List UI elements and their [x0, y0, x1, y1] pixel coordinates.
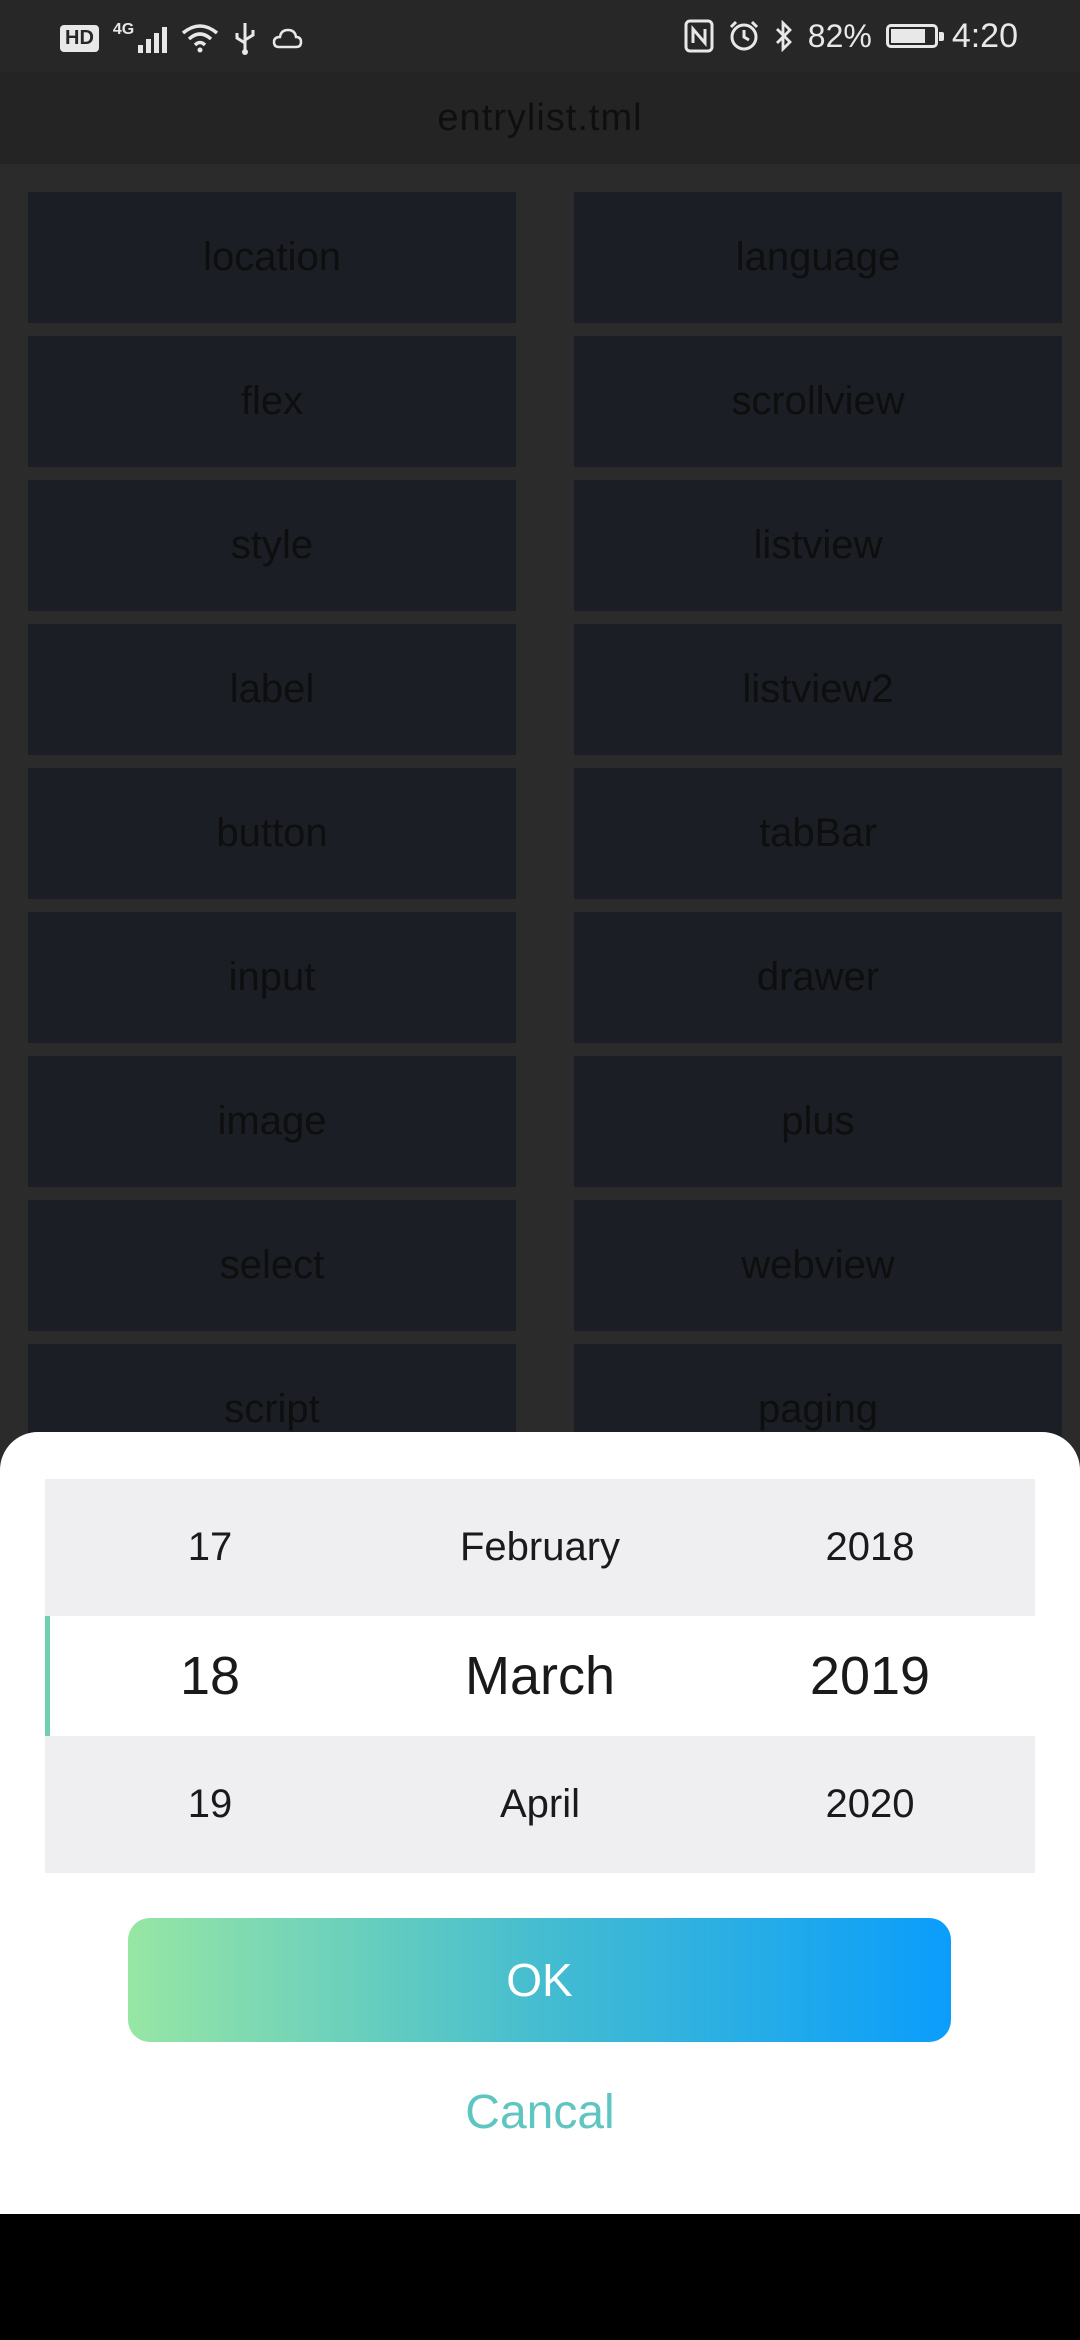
- entry-button[interactable]: button: [28, 768, 516, 899]
- clock-time: 4:20: [951, 16, 1018, 55]
- network-type: 4G: [112, 21, 135, 38]
- bluetooth-icon: [775, 20, 792, 52]
- entry-grid: location language flex scrollview style …: [28, 192, 1062, 1475]
- selected-month[interactable]: March: [375, 1645, 705, 1707]
- entry-input[interactable]: input: [28, 912, 516, 1043]
- status-bar-right: 82% 4:20: [684, 14, 1018, 58]
- cloud-icon: [272, 28, 303, 49]
- day-option[interactable]: 19: [45, 1782, 375, 1827]
- entry-style[interactable]: style: [28, 480, 516, 611]
- picker-row-previous[interactable]: 17 February 2018: [45, 1479, 1035, 1616]
- selected-year[interactable]: 2019: [705, 1645, 1035, 1707]
- status-bar: HD 4G 82% 4:20: [0, 0, 1080, 72]
- day-option[interactable]: 17: [45, 1525, 375, 1570]
- entry-listview[interactable]: listview: [574, 480, 1062, 611]
- hd-icon: HD: [60, 24, 99, 52]
- entry-location[interactable]: location: [28, 192, 516, 323]
- entry-drawer[interactable]: drawer: [574, 912, 1062, 1043]
- entry-flex[interactable]: flex: [28, 336, 516, 467]
- wifi-icon: [182, 24, 219, 53]
- nfc-icon: [684, 19, 714, 53]
- selected-day[interactable]: 18: [45, 1645, 375, 1707]
- month-option[interactable]: April: [375, 1782, 705, 1827]
- entry-scrollview[interactable]: scrollview: [574, 336, 1062, 467]
- picker-row-next[interactable]: 19 April 2020: [45, 1736, 1035, 1873]
- ok-button[interactable]: OK: [128, 1918, 951, 2042]
- app-header: entrylist.tml: [0, 72, 1080, 164]
- usb-icon: [235, 23, 255, 55]
- year-option[interactable]: 2020: [705, 1782, 1035, 1827]
- alarm-icon: [729, 20, 758, 51]
- signal-icon: [138, 23, 168, 53]
- entry-listview2[interactable]: listview2: [574, 624, 1062, 755]
- entry-language[interactable]: language: [574, 192, 1062, 323]
- date-picker-sheet: 17 February 2018 18 March 2019 19 April …: [0, 1432, 1080, 2214]
- battery-percent: 82%: [807, 17, 872, 54]
- status-bar-left: HD 4G: [60, 18, 303, 58]
- date-picker[interactable]: 17 February 2018 18 March 2019 19 April …: [45, 1479, 1035, 1873]
- entry-plus[interactable]: plus: [574, 1056, 1062, 1187]
- battery-icon: [885, 24, 944, 48]
- cancel-button[interactable]: Cancal: [0, 2072, 1080, 2152]
- entry-image[interactable]: image: [28, 1056, 516, 1187]
- entry-tabbar[interactable]: tabBar: [574, 768, 1062, 899]
- entry-select[interactable]: select: [28, 1200, 516, 1331]
- page-title: entrylist.tml: [437, 96, 643, 139]
- battery-level: [890, 29, 925, 43]
- month-option[interactable]: February: [375, 1525, 705, 1570]
- entry-webview[interactable]: webview: [574, 1200, 1062, 1331]
- year-option[interactable]: 2018: [705, 1525, 1035, 1570]
- system-navigation-bar: [0, 2214, 1080, 2340]
- entry-label[interactable]: label: [28, 624, 516, 755]
- picker-row-selected[interactable]: 18 March 2019: [45, 1616, 1035, 1736]
